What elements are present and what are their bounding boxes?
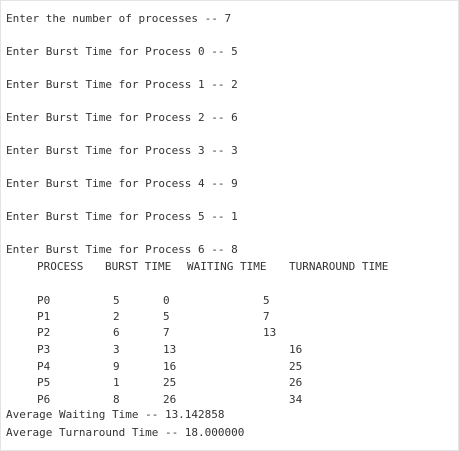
table-cell-waiting: 0 bbox=[163, 294, 170, 307]
table-cell-waiting: 25 bbox=[163, 376, 177, 389]
table-cell-burst: 6 bbox=[113, 326, 120, 339]
table-cell-turnaround: 16 bbox=[289, 343, 303, 356]
console-output: Enter the number of processes -- 7 Enter… bbox=[0, 0, 459, 451]
table-cell-process: P1 bbox=[37, 310, 51, 323]
header-waiting-time: WAITING TIME bbox=[187, 260, 267, 273]
header-process: PROCESS bbox=[37, 260, 84, 273]
table-cell-burst: 9 bbox=[113, 360, 120, 373]
table-cell-waiting: 5 bbox=[163, 310, 170, 323]
prompt-burst-p1: Enter Burst Time for Process 1 -- 2 bbox=[6, 78, 238, 91]
table-cell-turnaround: 25 bbox=[289, 360, 303, 373]
prompt-burst-p4: Enter Burst Time for Process 4 -- 9 bbox=[6, 177, 238, 190]
table-cell-process: P6 bbox=[37, 393, 51, 406]
prompt-burst-p0: Enter Burst Time for Process 0 -- 5 bbox=[6, 45, 238, 58]
table-cell-waiting: 16 bbox=[163, 360, 177, 373]
table-cell-turnaround: 13 bbox=[263, 326, 277, 339]
prompt-burst-p3: Enter Burst Time for Process 3 -- 3 bbox=[6, 144, 238, 157]
prompt-process-count: Enter the number of processes -- 7 bbox=[6, 12, 232, 25]
table-cell-process: P2 bbox=[37, 326, 51, 339]
table-cell-process: P3 bbox=[37, 343, 51, 356]
average-waiting-time: Average Waiting Time -- 13.142858 bbox=[6, 408, 225, 421]
table-cell-waiting: 26 bbox=[163, 393, 177, 406]
table-cell-burst: 3 bbox=[113, 343, 120, 356]
prompt-burst-p6: Enter Burst Time for Process 6 -- 8 bbox=[6, 243, 238, 256]
prompt-burst-p5: Enter Burst Time for Process 5 -- 1 bbox=[6, 210, 238, 223]
table-cell-process: P4 bbox=[37, 360, 51, 373]
table-cell-turnaround: 26 bbox=[289, 376, 303, 389]
header-burst-time: BURST TIME bbox=[105, 260, 172, 273]
prompt-burst-p2: Enter Burst Time for Process 2 -- 6 bbox=[6, 111, 238, 124]
average-turnaround-time: Average Turnaround Time -- 18.000000 bbox=[6, 426, 245, 439]
table-cell-burst: 2 bbox=[113, 310, 120, 323]
table-cell-waiting: 7 bbox=[163, 326, 170, 339]
table-cell-turnaround: 34 bbox=[289, 393, 303, 406]
table-cell-burst: 5 bbox=[113, 294, 120, 307]
table-cell-process: P5 bbox=[37, 376, 51, 389]
table-cell-waiting: 13 bbox=[163, 343, 177, 356]
table-cell-burst: 8 bbox=[113, 393, 120, 406]
table-cell-turnaround: 7 bbox=[263, 310, 270, 323]
header-turnaround-time: TURNAROUND TIME bbox=[289, 260, 389, 273]
table-cell-burst: 1 bbox=[113, 376, 120, 389]
table-cell-process: P0 bbox=[37, 294, 51, 307]
table-cell-turnaround: 5 bbox=[263, 294, 270, 307]
